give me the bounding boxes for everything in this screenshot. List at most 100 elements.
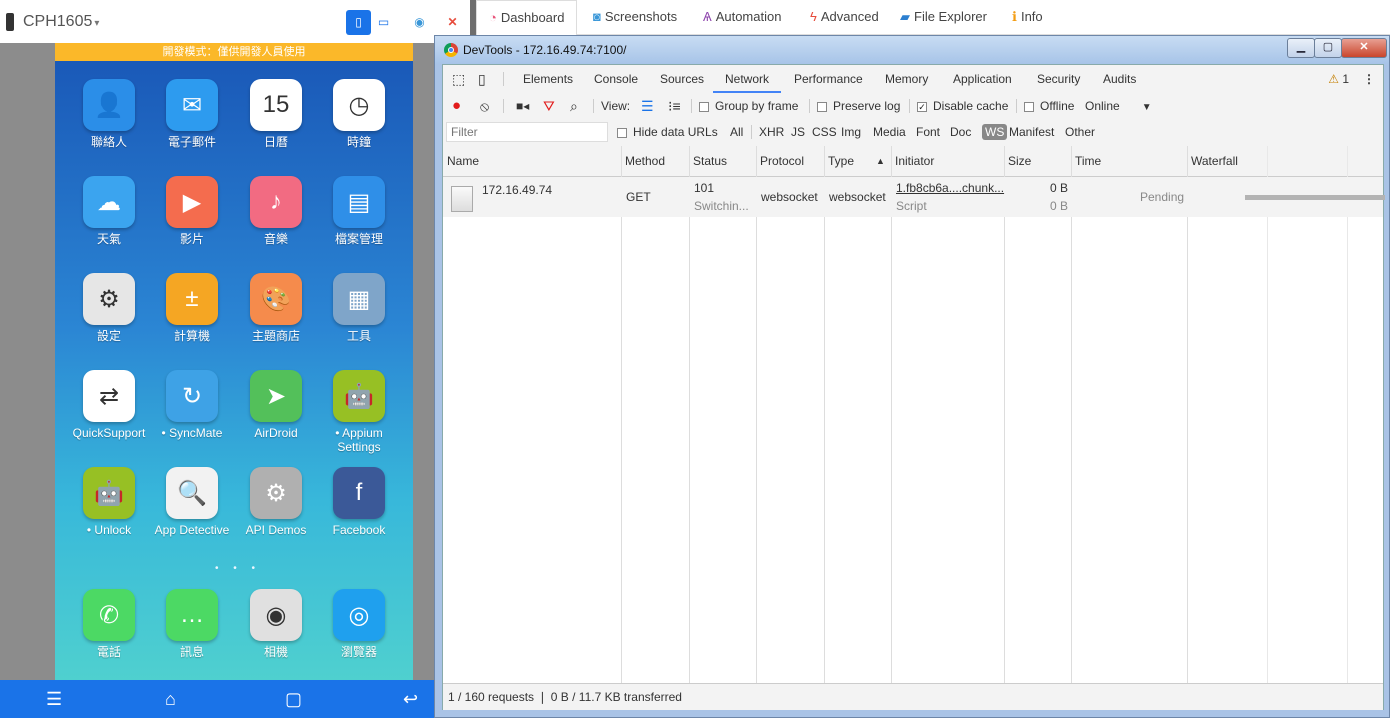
screenshot-video-icon[interactable]: ■◂ <box>516 93 529 119</box>
type-filter-ws[interactable]: WS <box>982 119 1008 145</box>
app-appium-android[interactable]: 🤖 • Appium Settings <box>317 370 401 454</box>
table-row[interactable]: 172.16.49.74 GET 101 Switchin... websock… <box>443 177 1385 217</box>
app-tools-folder[interactable]: ▦ 工具 <box>317 273 401 343</box>
panel-tab-sources[interactable]: Sources <box>660 65 704 93</box>
column-header-initiator[interactable]: Initiator <box>895 146 934 176</box>
window-close-button[interactable]: ✕ <box>1341 38 1387 58</box>
panel-tab-network[interactable]: Network <box>713 65 782 93</box>
app-label: AirDroid <box>254 426 298 440</box>
app-video[interactable]: ▶ 影片 <box>150 176 234 246</box>
hide-data-urls-checkbox[interactable]: Hide data URLs <box>617 119 718 145</box>
column-header-size[interactable]: Size <box>1008 146 1031 176</box>
minimize-button[interactable]: ▁ <box>1287 38 1315 58</box>
dock-messages[interactable]: … 訊息 <box>150 589 234 659</box>
tab-label: Automation <box>715 9 782 24</box>
type-filter-other[interactable]: Other <box>1065 119 1095 145</box>
group-by-frame-checkbox[interactable]: Group by frame <box>699 93 798 119</box>
panel-tab-elements[interactable]: Elements <box>523 65 573 93</box>
overview-icon[interactable]: ⁝≡ <box>668 93 681 119</box>
panel-tab-memory[interactable]: Memory <box>885 65 928 93</box>
panel-tab-audits[interactable]: Audits <box>1103 65 1136 93</box>
filter-icon[interactable]: ⛛ <box>543 93 555 119</box>
app-weather[interactable]: ☁ 天氣 <box>67 176 151 246</box>
type-filter-font[interactable]: Font <box>916 119 940 145</box>
app-mail[interactable]: ✉ 電子郵件 <box>150 79 234 149</box>
type-filter-manifest[interactable]: Manifest <box>1009 119 1054 145</box>
column-header-name[interactable]: Name <box>447 146 479 176</box>
home-icon[interactable]: ⌂ <box>165 680 176 718</box>
app-airdroid[interactable]: ➤ AirDroid <box>234 370 318 440</box>
preserve-log-checkbox[interactable]: Preserve log <box>817 93 900 119</box>
column-header-waterfall[interactable]: Waterfall <box>1191 146 1238 176</box>
app-clock[interactable]: ◷ 時鐘 <box>317 79 401 149</box>
panel-tab-performance[interactable]: Performance <box>794 65 863 93</box>
column-header-status[interactable]: Status <box>693 146 727 176</box>
row-name[interactable]: 172.16.49.74 <box>482 183 552 197</box>
type-filter-xhr[interactable]: XHR <box>759 119 784 145</box>
type-filter-doc[interactable]: Doc <box>950 119 971 145</box>
dock-browser[interactable]: ◎ 瀏覽器 <box>317 589 401 659</box>
panel-tab-application[interactable]: Application <box>953 65 1012 93</box>
filter-input[interactable] <box>446 122 608 142</box>
app-music[interactable]: ♪ 音樂 <box>234 176 318 246</box>
network-request-table: Name Method Status Protocol Type ▲ Initiator Si… <box>443 146 1385 683</box>
device-selector[interactable]: CPH1605 ▾ <box>6 0 99 43</box>
disable-cache-checkbox[interactable]: ✓ Disable cache <box>917 93 1008 119</box>
type-filter-img[interactable]: Img <box>841 119 861 145</box>
panel-tab-security[interactable]: Security <box>1037 65 1080 93</box>
tab-file-explorer[interactable]: ▰ File Explorer <box>900 0 987 34</box>
type-filter-media[interactable]: Media <box>873 119 906 145</box>
app-settings[interactable]: ⚙ 設定 <box>67 273 151 343</box>
back-icon[interactable]: ↩ <box>403 680 418 718</box>
maximize-button[interactable]: ▢ <box>1314 38 1342 58</box>
large-rows-icon[interactable]: ☰ <box>641 93 654 119</box>
folder-icon: ▰ <box>900 9 910 24</box>
eye-icon[interactable]: ◉ <box>407 10 432 35</box>
device-toolbar-icon[interactable]: ▯ <box>478 65 486 93</box>
app-file-manager[interactable]: ▤ 檔案管理 <box>317 176 401 246</box>
app-contacts[interactable]: 👤 聯絡人 <box>67 79 151 149</box>
app-app-detective[interactable]: 🔍 App Detective <box>150 467 234 537</box>
row-initiator-link[interactable]: 1.fb8cb6a....chunk... <box>896 181 1004 195</box>
close-icon[interactable]: ✕ <box>440 10 465 35</box>
type-filter-all[interactable]: All <box>730 119 743 145</box>
type-filter-js[interactable]: JS <box>791 119 805 145</box>
separator <box>1016 99 1017 113</box>
app-calendar[interactable]: 15 日曆 <box>234 79 318 149</box>
overview-icon[interactable]: ▢ <box>285 680 302 718</box>
tab-automation[interactable]: Ѧ Automation <box>703 0 781 34</box>
search-icon[interactable]: ⌕ <box>570 93 578 119</box>
more-options-icon[interactable]: ⋮ <box>1363 65 1375 93</box>
app-syncmate[interactable]: ↻ • SyncMate <box>150 370 234 440</box>
app-label: QuickSupport <box>72 426 146 440</box>
throttling-select[interactable]: Online ▼ <box>1085 93 1152 119</box>
column-header-protocol[interactable]: Protocol <box>760 146 804 176</box>
offline-checkbox[interactable]: Offline <box>1024 93 1074 119</box>
type-filter-css[interactable]: CSS <box>812 119 837 145</box>
landscape-button[interactable]: ▭ <box>371 10 396 35</box>
app-theme-store[interactable]: 🎨 主題商店 <box>234 273 318 343</box>
portrait-button[interactable]: ▯ <box>346 10 371 35</box>
column-header-time[interactable]: Time <box>1075 146 1101 176</box>
inspect-element-icon[interactable]: ⬚ <box>452 65 465 93</box>
clear-icon[interactable]: ⦸ <box>480 93 489 119</box>
dock-camera[interactable]: ◉ 相機 <box>234 589 318 659</box>
column-header-type[interactable]: Type <box>828 146 854 176</box>
warning-icon[interactable]: ⚠ 1 <box>1328 65 1349 93</box>
menu-icon[interactable]: ☰ <box>46 680 62 718</box>
panel-tab-console[interactable]: Console <box>594 65 638 93</box>
tab-screenshots[interactable]: ◙ Screenshots <box>593 0 677 34</box>
app-facebook[interactable]: f Facebook <box>317 467 401 537</box>
record-icon[interactable]: ● <box>452 93 461 119</box>
dock-phone[interactable]: ✆ 電話 <box>67 589 151 659</box>
app-api-demos-folder[interactable]: ⚙ API Demos <box>234 467 318 537</box>
app-calculator[interactable]: ± 計算機 <box>150 273 234 343</box>
tab-dashboard[interactable]: ◔ Dashboard <box>476 0 578 35</box>
app-unlock-android[interactable]: 🤖 • Unlock <box>67 467 151 537</box>
tab-advanced[interactable]: ϟ Advanced <box>810 0 879 34</box>
app-quicksupport[interactable]: ⇄ QuickSupport <box>67 370 151 440</box>
column-header-method[interactable]: Method <box>625 146 665 176</box>
airdroid-icon: ➤ <box>250 370 302 422</box>
device-screen[interactable]: 開發模式：僅供開發人員使用 👤 聯絡人 ✉ 電子郵件 15 日曆 ◷ 時鐘 ☁ 天氣 ▶ 影片 ♪ 音樂 ▤… <box>55 43 413 680</box>
tab-info[interactable]: ℹ Info <box>1012 0 1043 34</box>
